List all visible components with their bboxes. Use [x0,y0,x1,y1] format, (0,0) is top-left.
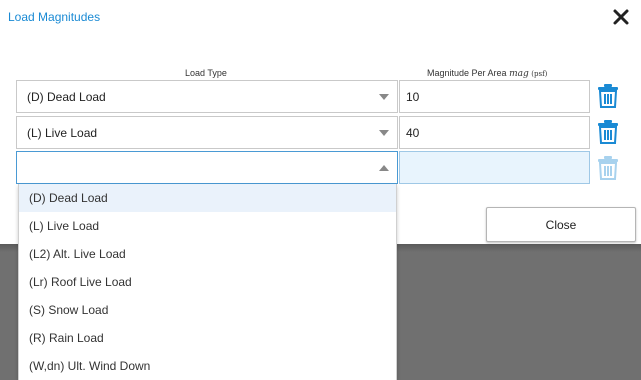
dropdown-option[interactable]: (W,dn) Ult. Wind Down [19,352,396,380]
load-type-dropdown: (D) Dead Load (L) Live Load (L2) Alt. Li… [18,184,397,380]
load-type-header: Load Type [185,68,227,78]
load-type-value: (D) Dead Load [27,89,106,104]
magnitude-input-3[interactable] [399,151,590,184]
magnitude-input-1[interactable]: 10 [399,80,590,113]
magnitude-input-2[interactable]: 40 [399,116,590,149]
load-type-value: (L) Live Load [27,125,98,140]
magnitude-value: 40 [406,125,420,140]
magnitude-header: Magnitude Per Area mag (psf) [427,68,547,79]
load-type-select-1[interactable]: (D) Dead Load [16,80,398,113]
trash-icon[interactable] [597,84,619,108]
close-button[interactable]: Close [486,207,636,242]
trash-icon [598,156,618,180]
chevron-up-icon [379,165,389,171]
trash-icon[interactable] [597,120,619,144]
magnitude-value: 10 [406,89,420,104]
dropdown-option[interactable]: (D) Dead Load [19,184,396,212]
dialog-title: Load Magnitudes [8,10,101,24]
magnitude-symbol: mag [509,69,529,79]
magnitude-header-label: Magnitude Per Area [427,68,507,78]
close-x-icon[interactable] [612,8,630,26]
dropdown-option[interactable]: (L2) Alt. Live Load [19,240,396,268]
chevron-down-icon [379,94,389,100]
chevron-down-icon [379,130,389,136]
load-type-select-2[interactable]: (L) Live Load [16,116,398,149]
dropdown-option[interactable]: (R) Rain Load [19,324,396,352]
dropdown-option[interactable]: (S) Snow Load [19,296,396,324]
dropdown-option[interactable]: (Lr) Roof Live Load [19,268,396,296]
load-type-select-3[interactable] [16,151,398,184]
magnitude-unit: (psf) [531,70,548,78]
dropdown-option[interactable]: (L) Live Load [19,212,396,240]
